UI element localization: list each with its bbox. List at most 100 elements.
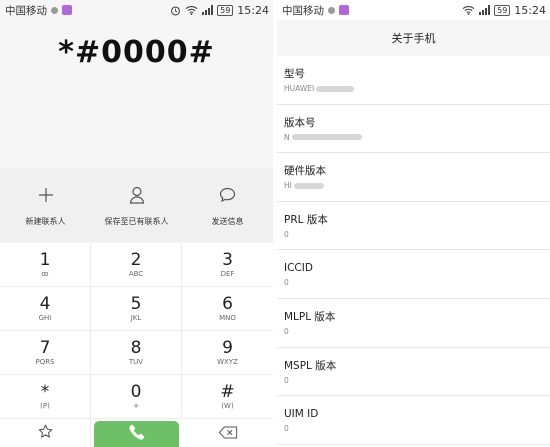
- dialer-screen: 中国移动 59 15:24 *#0000# 新建联系人 保存至已有联系人 发送信…: [0, 0, 273, 447]
- info-row-mspl-version[interactable]: MSPL 版本 0: [277, 348, 550, 397]
- key-digit: 4: [39, 293, 51, 314]
- key-6[interactable]: 6 MNO: [182, 287, 273, 331]
- info-row-mlpl-version[interactable]: MLPL 版本 0: [277, 299, 550, 348]
- person-icon: [129, 184, 145, 206]
- new-contact-label: 新建联系人: [25, 216, 66, 226]
- clock: 15:24: [237, 3, 269, 17]
- info-row-iccid[interactable]: ICCID 0: [277, 250, 550, 299]
- key-digit: 3: [222, 249, 233, 270]
- battery-icon: 59: [494, 4, 511, 16]
- key-letters: ABC: [128, 269, 144, 278]
- key-digit: *: [40, 381, 50, 402]
- info-title: 型号: [284, 68, 305, 80]
- info-title: PRL 版本: [284, 213, 328, 226]
- favorites-button[interactable]: [0, 419, 91, 447]
- key-digit: 8: [130, 337, 142, 358]
- save-to-existing-contact-label: 保存至已有联系人: [104, 216, 169, 226]
- about-phone-screen: 中国移动 59 15:24 关于手机 型号 HUAWEI 版本号 N 硬件版本 …: [277, 0, 550, 447]
- key-0[interactable]: 0 +: [91, 375, 182, 419]
- key-star[interactable]: * (P): [0, 375, 91, 419]
- new-contact-button[interactable]: 新建联系人: [0, 168, 91, 242]
- info-value: 0: [284, 278, 289, 288]
- call-button[interactable]: [94, 421, 179, 447]
- contact-actions: 新建联系人 保存至已有联系人 发送信息: [0, 168, 273, 242]
- redacted-value: [291, 134, 362, 141]
- info-row-model[interactable]: 型号 HUAWEI: [277, 56, 550, 105]
- key-3[interactable]: 3 DEF: [182, 243, 273, 287]
- voicemail-icon: ꝏ: [41, 269, 49, 278]
- key-7[interactable]: 7 PQRS: [0, 331, 91, 375]
- send-message-label: 发送信息: [211, 216, 244, 226]
- alarm-icon: [170, 5, 181, 16]
- key-letters: (W): [221, 401, 234, 410]
- info-title: 版本号: [284, 116, 316, 129]
- status-bar: 中国移动 59 15:24: [277, 0, 550, 20]
- message-icon: [219, 184, 236, 206]
- key-letters: MNO: [219, 313, 236, 322]
- signal-icon: [202, 5, 214, 15]
- key-letters: (P): [40, 401, 50, 410]
- send-message-button[interactable]: 发送信息: [182, 168, 273, 242]
- wifi-icon: [185, 5, 198, 15]
- backspace-icon: [218, 424, 238, 443]
- key-letters: +: [133, 401, 139, 410]
- redacted-value: [293, 182, 324, 189]
- dial-display-area: [0, 84, 273, 168]
- key-digit: 7: [39, 337, 51, 358]
- key-letters: JKL: [130, 313, 142, 322]
- key-letters: GHI: [38, 313, 52, 322]
- star-icon: [38, 424, 53, 443]
- info-value: HI: [284, 181, 292, 191]
- app-notification-icon: [339, 5, 349, 15]
- dial-keypad: 1ꝏ 2 ABC 3 DEF 4 GHI 5 JKL 6 MNO 7 PQRS 8 TUV 9…: [0, 243, 273, 447]
- info-row-hardware-version[interactable]: 硬件版本 HI: [277, 153, 550, 202]
- key-digit: 5: [130, 293, 142, 314]
- key-digit: 2: [130, 249, 142, 270]
- save-to-existing-contact-button[interactable]: 保存至已有联系人: [91, 168, 182, 242]
- info-value: 0: [284, 229, 289, 239]
- key-digit: 9: [222, 337, 233, 358]
- key-1[interactable]: 1ꝏ: [0, 243, 91, 287]
- key-9[interactable]: 9 WXYZ: [182, 331, 273, 375]
- phone-icon: [128, 423, 146, 445]
- info-title: ICCID: [284, 262, 313, 275]
- app-notification-icon: [62, 5, 72, 15]
- backspace-button[interactable]: [182, 419, 273, 447]
- carrier-name: 中国移动: [5, 4, 47, 17]
- carrier-name: 中国移动: [282, 4, 324, 17]
- notification-dot-icon: [51, 6, 58, 14]
- about-info-list: 型号 HUAWEI 版本号 N 硬件版本 HI PRL 版本 0 ICCID 0…: [277, 56, 550, 445]
- plus-icon: [38, 184, 54, 206]
- info-value: 0: [284, 424, 289, 434]
- info-row-uim-id[interactable]: UIM ID 0: [277, 396, 550, 445]
- info-title: MSPL 版本: [284, 359, 337, 372]
- info-row-build-number[interactable]: 版本号 N: [277, 105, 550, 154]
- key-letters: DEF: [220, 269, 235, 278]
- dialed-number[interactable]: *#0000#: [0, 20, 273, 84]
- info-value: 0: [284, 375, 289, 385]
- key-digit: 0: [130, 381, 142, 402]
- info-title: MLPL 版本: [284, 310, 336, 323]
- key-letters: PQRS: [35, 357, 55, 366]
- key-digit: 1: [39, 249, 51, 270]
- key-8[interactable]: 8 TUV: [91, 331, 182, 375]
- clock: 15:24: [514, 3, 546, 17]
- notification-dot-icon: [328, 6, 335, 14]
- wifi-icon: [462, 5, 475, 15]
- battery-icon: 59: [217, 4, 234, 16]
- status-bar: 中国移动 59 15:24: [0, 0, 273, 20]
- key-letters: TUV: [128, 357, 144, 366]
- info-row-prl-version[interactable]: PRL 版本 0: [277, 202, 550, 251]
- key-digit: 6: [222, 293, 233, 314]
- key-2[interactable]: 2 ABC: [91, 243, 182, 287]
- key-digit: #: [220, 381, 235, 402]
- info-value: HUAWEI: [284, 84, 315, 93]
- signal-icon: [479, 5, 491, 15]
- info-value: 0: [284, 326, 289, 336]
- redacted-value: [316, 85, 355, 92]
- key-4[interactable]: 4 GHI: [0, 287, 91, 331]
- info-title: UIM ID: [284, 408, 319, 421]
- key-5[interactable]: 5 JKL: [91, 287, 182, 331]
- info-value: N: [284, 132, 290, 142]
- key-hash[interactable]: # (W): [182, 375, 273, 419]
